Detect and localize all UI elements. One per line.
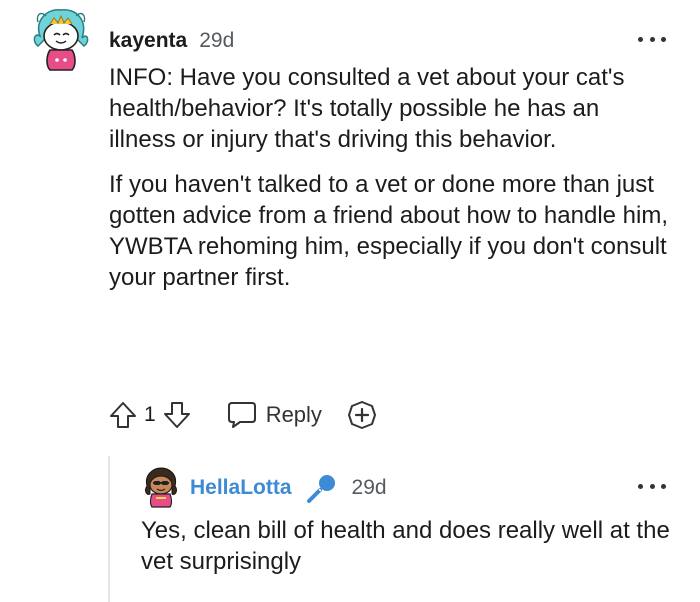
speech-bubble-icon (227, 402, 256, 428)
comment-paragraph: INFO: Have you consulted a vet about you… (109, 64, 625, 153)
more-options-icon[interactable] (638, 480, 666, 492)
comment-timestamp[interactable]: 29d (199, 29, 234, 53)
reply-author[interactable]: HellaLotta (190, 476, 292, 500)
upvote-arrow-icon[interactable] (108, 400, 138, 430)
reply-button[interactable]: Reply (226, 400, 322, 430)
vote-count: 1 (144, 403, 156, 426)
reply-label: Reply (265, 402, 322, 427)
thread-line[interactable] (108, 456, 110, 602)
award-plus-icon[interactable] (346, 399, 378, 431)
snoo-avatar-icon[interactable] (142, 466, 180, 508)
comment-header: kayenta 29d (109, 24, 234, 58)
snoo-avatar-icon[interactable] (30, 6, 92, 72)
reply-body: Yes, clean bill of health and does reall… (141, 517, 670, 575)
reply-timestamp[interactable]: 29d (352, 476, 387, 500)
comment-paragraph: If you haven't talked to a vet or done m… (109, 171, 669, 291)
comment-body: INFO: Have you consulted a vet about you… (109, 62, 669, 307)
microphone-icon (306, 475, 335, 503)
reply-header: HellaLotta 29d (190, 471, 387, 505)
comment-author[interactable]: kayenta (109, 29, 187, 53)
more-options-icon[interactable] (638, 33, 666, 45)
downvote-arrow-icon[interactable] (162, 400, 192, 430)
comment-actions: 1 Reply (108, 395, 378, 435)
